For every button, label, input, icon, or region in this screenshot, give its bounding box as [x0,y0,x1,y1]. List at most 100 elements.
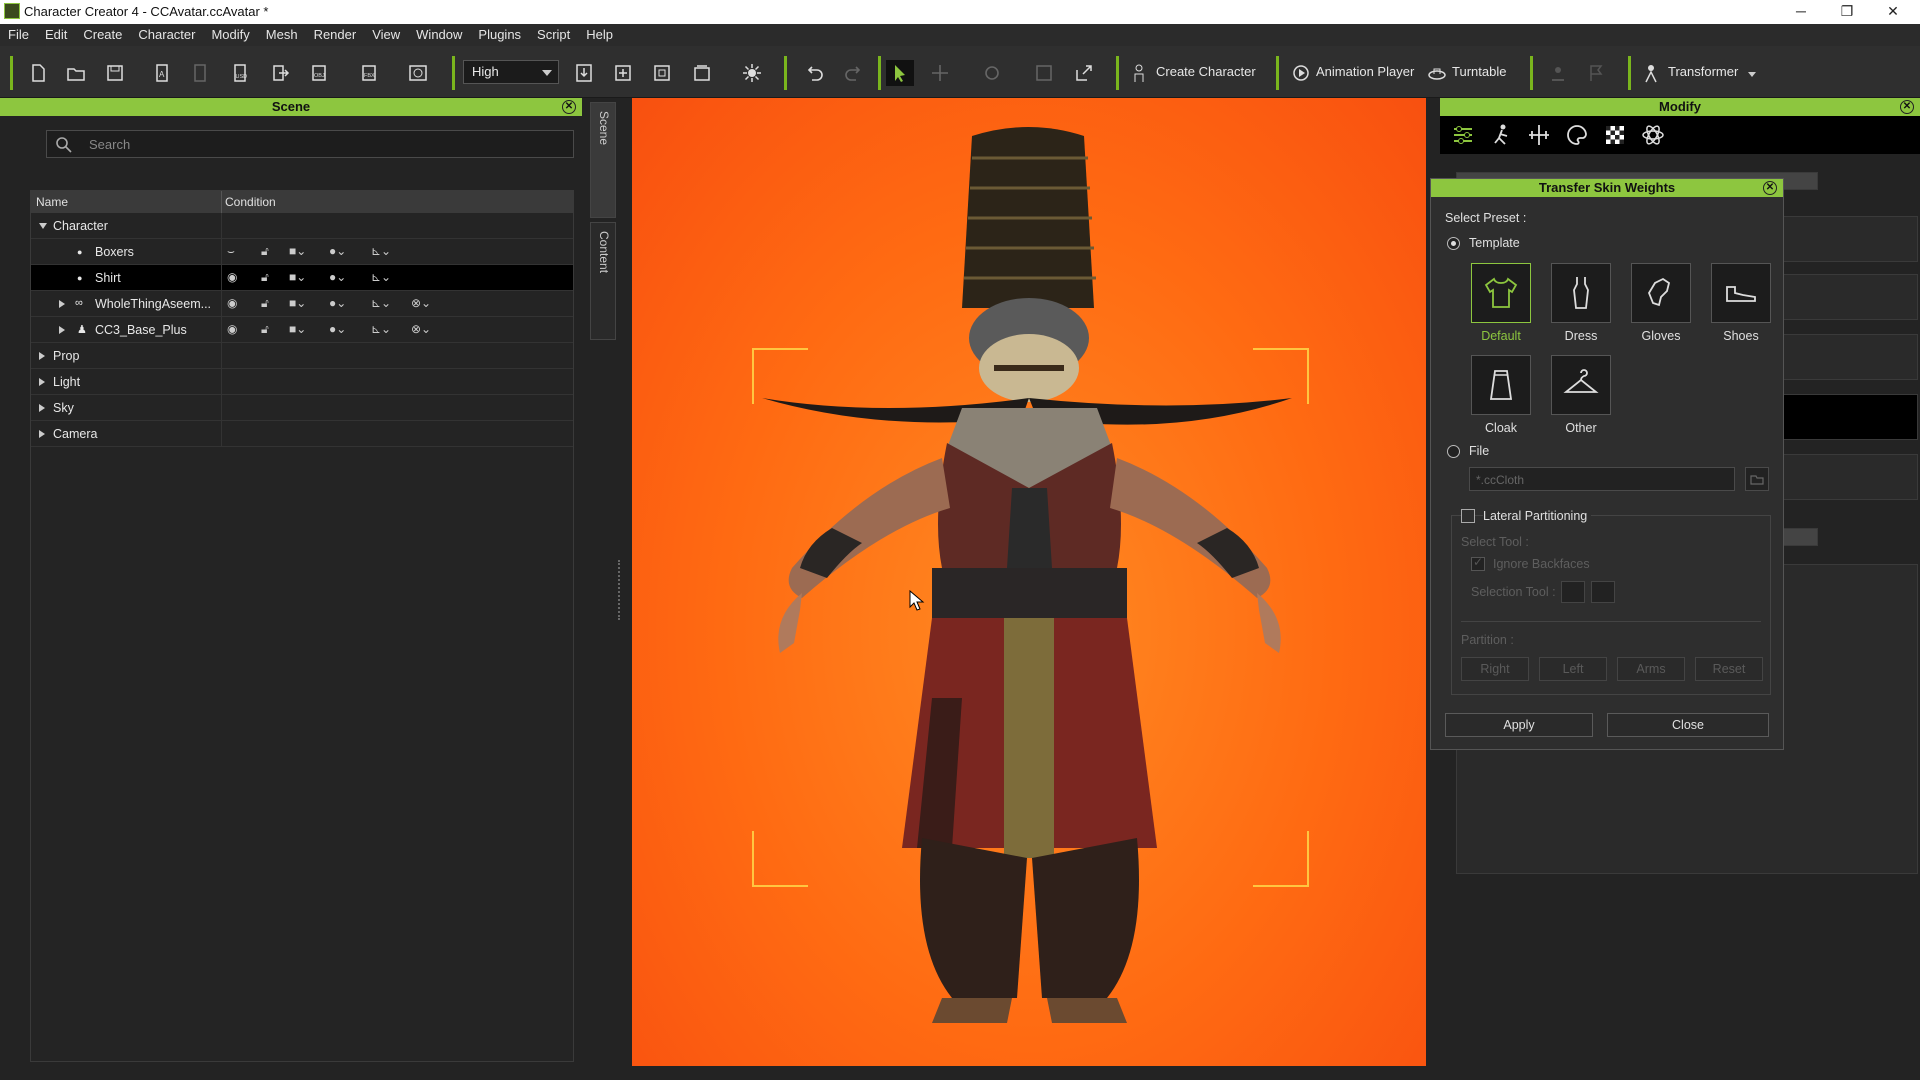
select-tool-icon[interactable] [886,60,914,86]
browse-folder-button[interactable] [1745,467,1769,491]
shadow-icon[interactable]: ●⌄ [329,270,346,284]
template-other-button[interactable] [1551,355,1611,415]
display-cube-icon[interactable]: ■⌄ [289,270,306,284]
lateral-partitioning-checkbox[interactable] [1461,509,1475,523]
export-arrow-icon[interactable] [266,60,294,86]
lock-icon[interactable]: 🔓︎ [261,296,269,311]
fbx-export-icon[interactable]: FBX [356,60,384,86]
pose-icon[interactable]: ⊾⌄ [371,322,391,336]
tree-row-cc3-base-plus[interactable]: ♟ CC3_Base_Plus ◉ 🔓︎ ■⌄ ●⌄ ⊾⌄ ⊗⌄ [31,317,573,343]
fit-view-icon[interactable] [609,60,637,86]
3d-viewport[interactable] [632,98,1426,1066]
selection-tool-rect-button[interactable] [1561,581,1585,603]
physics-atom-icon[interactable] [1640,122,1668,148]
display-cube-icon[interactable]: ■⌄ [289,322,306,336]
apply-button[interactable]: Apply [1445,713,1593,737]
eye-icon[interactable]: ◉ [227,322,237,336]
close-icon[interactable]: ✕ [562,100,576,114]
splitter-handle[interactable] [618,560,621,620]
partition-right-button[interactable]: Right [1461,657,1529,681]
expand-icon[interactable] [39,352,45,360]
menu-window[interactable]: Window [408,24,470,46]
menu-file[interactable]: File [0,24,37,46]
menu-mesh[interactable]: Mesh [258,24,306,46]
transformer-button[interactable]: Transformer [1668,64,1738,79]
save-icon[interactable] [101,60,129,86]
expand-icon[interactable] [39,378,45,386]
menu-render[interactable]: Render [306,24,365,46]
tab-scene[interactable]: Scene [590,102,616,218]
redo-icon[interactable] [840,60,868,86]
lock-icon[interactable]: 🔓︎ [261,322,269,337]
column-name-header[interactable]: Name [36,195,68,209]
morph-icon[interactable] [1526,122,1554,148]
partition-left-button[interactable]: Left [1539,657,1607,681]
template-shoes-button[interactable] [1711,263,1771,323]
menu-help[interactable]: Help [578,24,621,46]
tree-row-camera[interactable]: Camera [31,421,573,447]
shadow-icon[interactable]: ●⌄ [329,296,346,310]
sliders-icon[interactable] [1450,122,1478,148]
file-path-input[interactable]: *.ccCloth [1469,467,1735,491]
texture-checker-icon[interactable] [1602,122,1630,148]
tab-content[interactable]: Content [590,222,616,340]
expand-icon[interactable] [39,430,45,438]
expand-icon[interactable] [59,326,65,334]
lock-icon[interactable]: 🔓︎ [261,244,269,259]
animation-player-button[interactable]: Animation Player [1316,64,1414,79]
rotate-tool-icon[interactable] [978,60,1006,86]
menu-edit[interactable]: Edit [37,24,75,46]
import-avatar-icon[interactable]: A [148,60,176,86]
menu-create[interactable]: Create [75,24,130,46]
turntable-button[interactable]: Turntable [1452,64,1506,79]
tree-row-shirt[interactable]: ● Shirt ◉ 🔓︎ ■⌄ ●⌄ ⊾⌄ [31,265,573,291]
menu-plugins[interactable]: Plugins [470,24,529,46]
export-disabled-icon[interactable] [186,60,214,86]
file-radio[interactable] [1447,445,1460,458]
tree-row-prop[interactable]: Prop [31,343,573,369]
scale-tool-icon[interactable] [1030,60,1058,86]
template-dress-button[interactable] [1551,263,1611,323]
shadow-icon[interactable]: ●⌄ [329,244,346,258]
pose-icon[interactable]: ⊾⌄ [371,244,391,258]
pose-icon[interactable]: ⊾⌄ [371,296,391,310]
undo-icon[interactable] [800,60,828,86]
physics-icon[interactable]: ⊗⌄ [411,296,431,310]
close-icon[interactable]: ✕ [1763,181,1777,195]
search-input[interactable]: Search [46,130,574,158]
render-preview-icon[interactable] [404,60,432,86]
expand-icon[interactable] [59,300,65,308]
tree-row-boxers[interactable]: ● Boxers ⌣ 🔓︎ ■⌄ ●⌄ ⊾⌄ [31,239,573,265]
restore-button[interactable]: ❐ [1824,0,1870,24]
display-mode-icon[interactable] [688,60,716,86]
tree-row-character[interactable]: Character [31,213,573,239]
quality-dropdown[interactable]: High [463,60,559,84]
partition-reset-button[interactable]: Reset [1695,657,1763,681]
close-icon[interactable]: ✕ [1900,100,1914,114]
frame-selected-icon[interactable] [648,60,676,86]
template-gloves-button[interactable] [1631,263,1691,323]
create-character-button[interactable]: Create Character [1156,64,1256,79]
partition-arms-button[interactable]: Arms [1617,657,1685,681]
minimize-button[interactable]: ─ [1778,0,1824,24]
eye-icon[interactable]: ◉ [227,270,237,284]
collapse-icon[interactable] [39,223,47,229]
close-window-button[interactable]: ✕ [1870,0,1916,24]
close-button[interactable]: Close [1607,713,1769,737]
template-default-button[interactable] [1471,263,1531,323]
tree-row-wholething[interactable]: ∞ WholeThingAseem... ◉ 🔓︎ ■⌄ ●⌄ ⊾⌄ ⊗⌄ [31,291,573,317]
ignore-backfaces-checkbox[interactable]: ✓ [1471,555,1485,571]
move-tool-icon[interactable] [926,60,954,86]
hidden-eye-icon[interactable]: ⌣ [227,244,235,259]
align-to-floor-icon[interactable] [570,60,598,86]
menu-modify[interactable]: Modify [203,24,257,46]
flag-icon[interactable] [1582,60,1610,86]
eye-icon[interactable]: ◉ [227,296,237,310]
pose-figure-icon[interactable] [1488,122,1516,148]
tree-row-sky[interactable]: Sky [31,395,573,421]
material-palette-icon[interactable] [1564,122,1592,148]
new-file-icon[interactable] [24,60,52,86]
display-cube-icon[interactable]: ■⌄ [289,296,306,310]
selection-tool-brush-button[interactable] [1591,581,1615,603]
shadow-icon[interactable]: ●⌄ [329,322,346,336]
